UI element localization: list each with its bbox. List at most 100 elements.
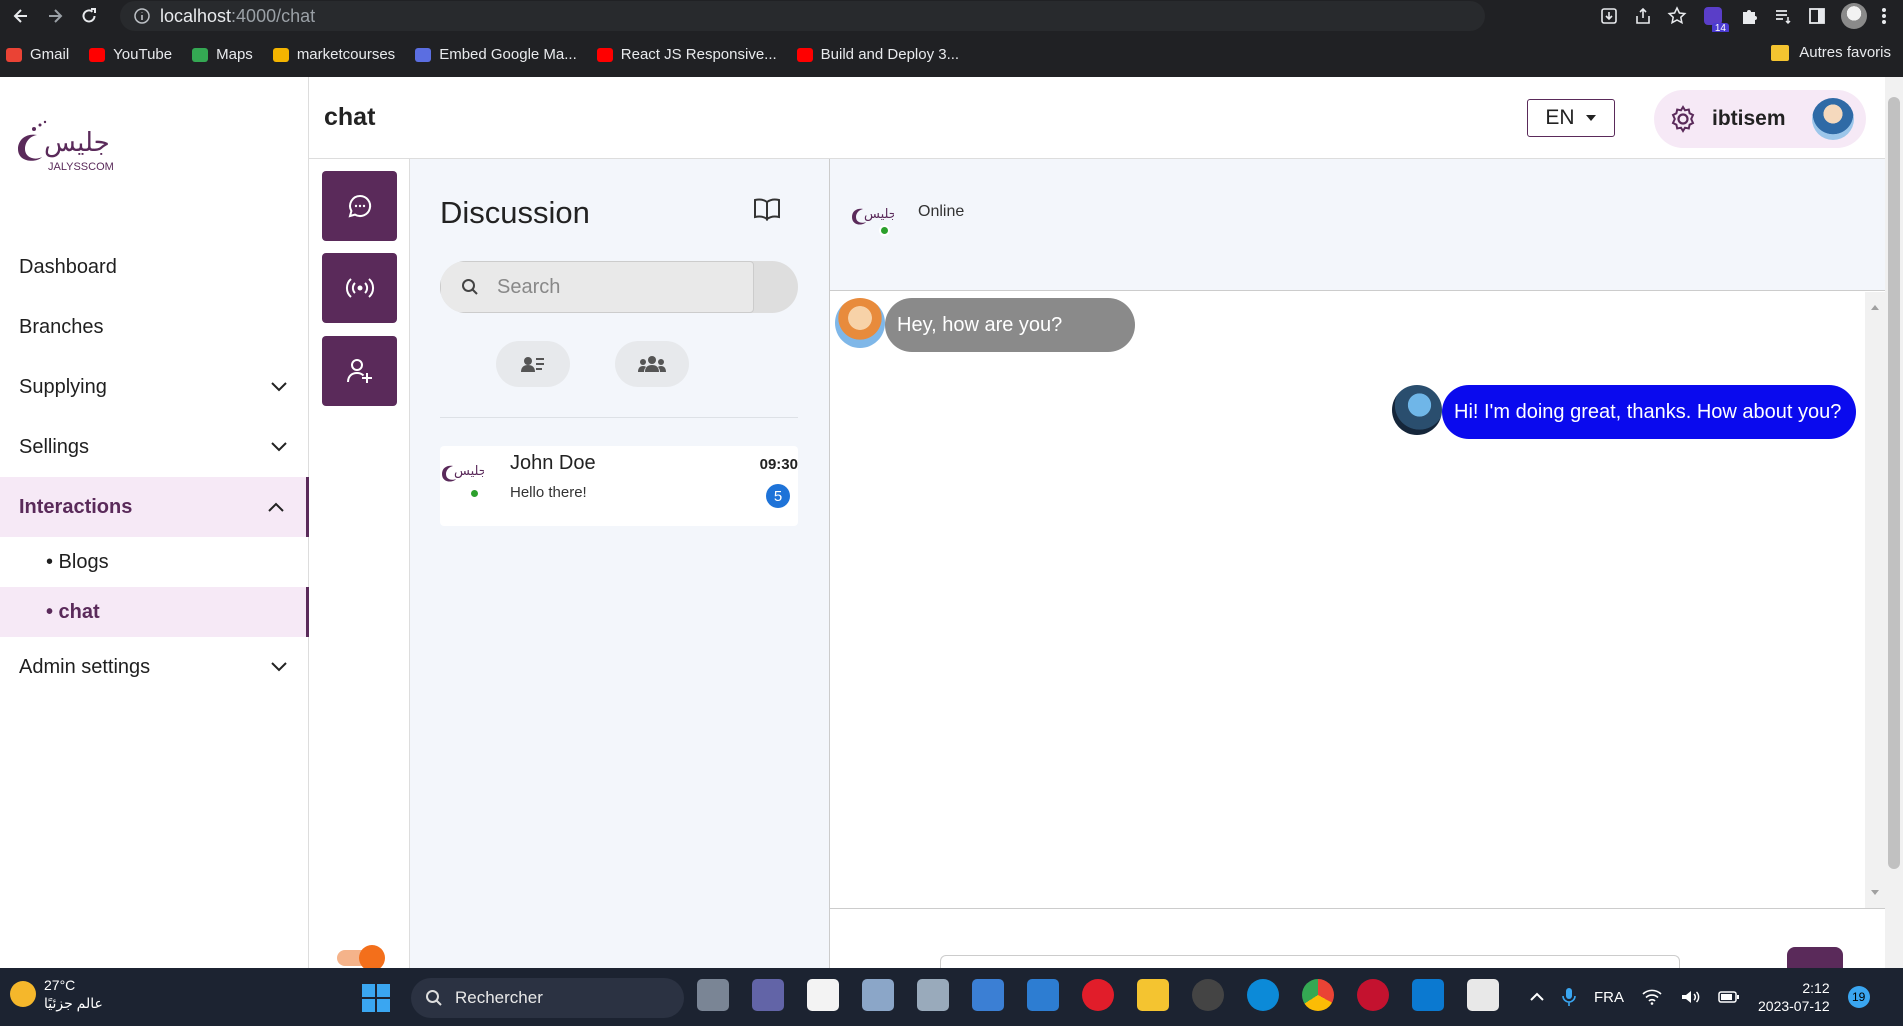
chat-panel: جليس Online Hey, how are you? Hi! I'm do… <box>830 159 1885 977</box>
contact-status: Online <box>918 203 965 220</box>
sidebar-item-sellings[interactable]: Sellings <box>0 417 309 477</box>
bookmark-item[interactable]: Maps <box>192 46 253 63</box>
add-contact-button[interactable] <box>322 336 397 406</box>
book-icon[interactable] <box>753 197 781 221</box>
message-scrollbar[interactable] <box>1865 292 1885 908</box>
own-avatar <box>1392 385 1442 435</box>
language-select[interactable]: EN <box>1527 99 1615 137</box>
profile-avatar[interactable] <box>1841 3 1867 29</box>
svg-text:جليس: جليس <box>454 464 484 479</box>
clock[interactable]: 2:12 2023-07-12 <box>1758 979 1830 1015</box>
gear-icon[interactable] <box>1668 104 1698 134</box>
chat-bubble-icon <box>348 194 371 218</box>
snipping-tool-icon[interactable] <box>1467 979 1499 1011</box>
sidebar-item-branches[interactable]: Branches <box>0 297 309 357</box>
user-menu[interactable]: ibtisem <box>1654 90 1866 148</box>
filter-groups-button[interactable] <box>615 341 689 387</box>
folder-icon <box>1771 44 1790 61</box>
sidebar-item-interactions[interactable]: Interactions <box>0 477 309 537</box>
bookmark-item[interactable]: Build and Deploy 3... <box>796 46 959 63</box>
chevron-up-icon <box>268 502 284 512</box>
chevron-down-icon <box>271 382 287 392</box>
sidebar-subitem[interactable]: • Blogs <box>0 537 309 587</box>
page-title: chat <box>324 103 376 131</box>
broadcast-button[interactable] <box>322 253 397 323</box>
conversation-name: John Doe <box>510 452 596 474</box>
windows-start-icon[interactable] <box>362 984 390 1012</box>
message-outgoing: Hi! I'm doing great, thanks. How about y… <box>1442 385 1856 439</box>
taskbar-apps <box>697 979 1499 1011</box>
other-bookmarks[interactable]: Autres favoris <box>1771 44 1891 61</box>
bookmark-item[interactable]: marketcourses <box>272 46 395 63</box>
share-icon[interactable] <box>1633 6 1653 26</box>
camera-icon[interactable] <box>917 979 949 1011</box>
extension-icon[interactable]: 14 <box>1701 4 1729 34</box>
vscode-icon[interactable] <box>1412 979 1444 1011</box>
wifi-icon[interactable] <box>1642 989 1662 1005</box>
system-tray: FRA 2:12 2023-07-12 19 <box>1530 968 1870 1026</box>
url-text[interactable]: localhost:4000/chat <box>160 6 315 27</box>
conversation-item[interactable]: جليس John Doe Hello there! 09:30 5 <box>440 446 798 526</box>
online-indicator <box>469 488 480 499</box>
chevron-down-icon <box>271 662 287 672</box>
star-icon[interactable] <box>1667 6 1687 26</box>
media-queue-icon[interactable] <box>1773 6 1793 26</box>
sidebar-item-dashboard[interactable]: Dashboard <box>0 237 309 297</box>
bookmark-item[interactable]: React JS Responsive... <box>596 46 777 63</box>
theme-toggle[interactable] <box>337 945 387 971</box>
search-icon <box>426 990 442 1006</box>
page-scrollbar[interactable] <box>1885 77 1903 968</box>
sidebar-item-supplying[interactable]: Supplying <box>0 357 309 417</box>
bookmark-item[interactable]: Embed Google Ma... <box>415 46 577 63</box>
filter-contacts-button[interactable] <box>496 341 570 387</box>
taskbar-search[interactable]: Rechercher <box>411 978 684 1018</box>
online-indicator <box>879 225 890 236</box>
teams-icon[interactable] <box>752 979 784 1011</box>
search-input[interactable] <box>497 275 737 299</box>
photos-icon[interactable] <box>972 979 1004 1011</box>
group-icon <box>638 356 666 372</box>
microphone-icon[interactable] <box>1562 987 1576 1007</box>
edge-icon[interactable] <box>1247 979 1279 1011</box>
contact-avatar[interactable]: جليس <box>850 199 894 236</box>
user-avatar[interactable] <box>1812 98 1854 140</box>
messages-button[interactable] <box>322 171 397 241</box>
topbar: chat EN ibtisem <box>309 77 1885 159</box>
notification-badge[interactable]: 19 <box>1847 986 1870 1008</box>
contact-card-icon <box>521 357 544 372</box>
sender-avatar <box>835 298 885 348</box>
install-icon[interactable] <box>1599 6 1619 26</box>
reload-button[interactable] <box>74 2 104 30</box>
chrome-icon[interactable] <box>1302 979 1334 1011</box>
svg-text:JALYSSCOM: JALYSSCOM <box>48 161 114 173</box>
info-icon[interactable] <box>134 8 150 24</box>
jalysscom-logo: جليس JALYSSCOM <box>12 113 122 173</box>
address-bar[interactable]: localhost:4000/chat <box>120 1 1485 31</box>
obs-icon[interactable] <box>1192 979 1224 1011</box>
menu-kebab-icon[interactable] <box>1881 6 1887 26</box>
keyboard-icon[interactable] <box>1027 979 1059 1011</box>
forward-button[interactable] <box>40 2 70 30</box>
volume-icon[interactable] <box>1680 989 1700 1005</box>
back-button[interactable] <box>6 2 36 30</box>
sidebar-subitem[interactable]: • chat <box>0 587 309 637</box>
youtube-icon <box>796 47 813 62</box>
input-language[interactable]: FRA <box>1594 989 1624 1006</box>
store-icon[interactable] <box>807 979 839 1011</box>
puzzle-icon[interactable] <box>1739 6 1759 26</box>
file-explorer-icon[interactable] <box>1137 979 1169 1011</box>
side-panel-icon[interactable] <box>1807 6 1827 26</box>
bookmark-item[interactable]: Gmail <box>6 46 69 63</box>
sidebar-item-admin-settings[interactable]: Admin settings <box>0 637 309 697</box>
calculator-icon[interactable] <box>862 979 894 1011</box>
opera-gx-icon[interactable] <box>1357 979 1389 1011</box>
chevron-up-icon[interactable] <box>1530 992 1544 1002</box>
bookmark-item[interactable]: YouTube <box>89 46 172 63</box>
globe-icon <box>415 47 432 62</box>
search-icon <box>462 279 478 295</box>
opera-icon[interactable] <box>1082 979 1114 1011</box>
weather-widget[interactable]: 27°C عالم جزئيًا <box>10 976 103 1012</box>
task-view-icon[interactable] <box>697 979 729 1011</box>
battery-icon[interactable] <box>1718 990 1740 1004</box>
conversation-preview: Hello there! <box>510 484 587 501</box>
